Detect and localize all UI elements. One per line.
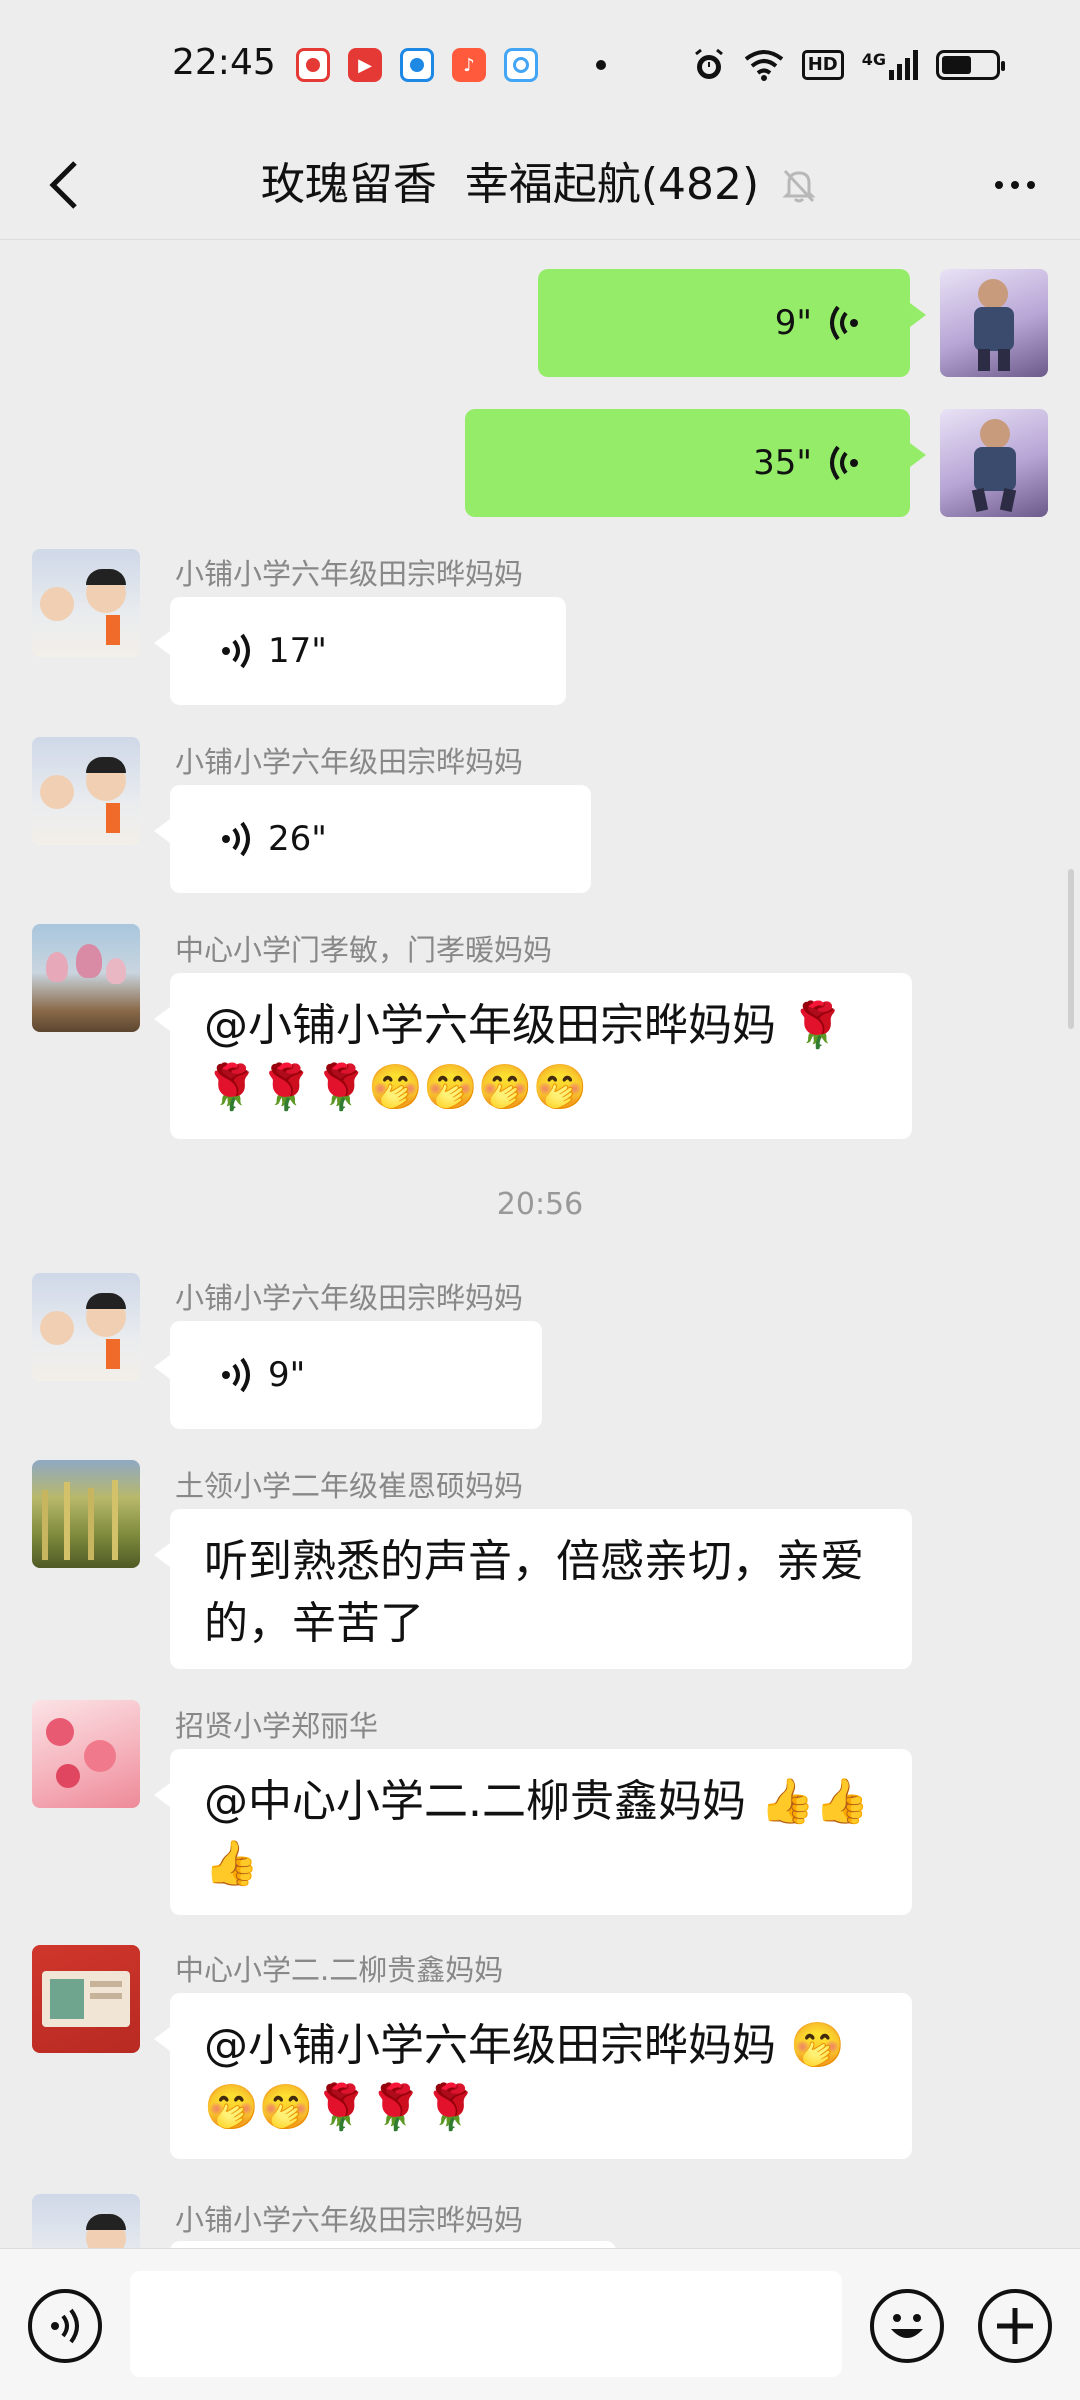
sender-name: 中心小学门孝敏，门孝暖妈妈 <box>175 933 553 967</box>
text-message-bubble[interactable]: @小铺小学六年级田宗晔妈妈 🌹🌹🌹🌹🤭🤭🤭🤭 <box>154 973 912 1139</box>
voice-message-bubble[interactable] <box>170 2241 616 2248</box>
time-separator: 20:56 <box>496 1187 584 1222</box>
signal-label: 4G <box>861 50 886 69</box>
chat-messages[interactable]: 9" 35" 小铺小学六年级田宗晔妈妈 17" 小铺小学六年级田宗晔妈妈 26"… <box>0 241 1080 2248</box>
alarm-icon <box>694 48 723 79</box>
music-app-icon: ♪ <box>452 48 486 82</box>
chat-header: 玫瑰留香 幸福起航(482) <box>0 130 1080 240</box>
bell-off-icon <box>782 169 816 203</box>
hd-badge: HD <box>801 50 844 80</box>
voice-duration: 35" <box>753 443 812 483</box>
my-avatar[interactable] <box>940 269 1048 377</box>
video-app-icon: ▶ <box>348 48 382 82</box>
voice-duration: 9" <box>268 1355 306 1395</box>
voice-message-bubble[interactable]: 9" <box>154 1321 542 1429</box>
voice-message-bubble[interactable]: 35" <box>465 409 926 517</box>
emoji-button[interactable] <box>870 2289 944 2363</box>
sender-avatar[interactable] <box>32 1945 140 2053</box>
voice-duration: 17" <box>268 631 327 671</box>
input-bar <box>0 2248 1080 2400</box>
more-notifications-dot <box>596 60 606 70</box>
app-notification-icon <box>296 48 330 82</box>
voice-icon <box>51 2308 79 2344</box>
more-button[interactable] <box>980 150 1050 220</box>
battery-icon <box>936 50 1005 80</box>
scrollbar[interactable] <box>1068 869 1074 1029</box>
message-text: @小铺小学六年级田宗晔妈妈 🌹🌹🌹🌹🤭🤭🤭🤭 <box>204 1000 845 1113</box>
wifi-icon <box>744 50 783 81</box>
my-avatar[interactable] <box>940 409 1048 517</box>
plus-icon <box>997 2308 1033 2344</box>
voice-message-bubble[interactable]: 9" <box>538 269 926 377</box>
cloud-app-icon <box>504 48 538 82</box>
sender-avatar[interactable] <box>32 549 140 657</box>
voice-wave-icon <box>222 821 250 857</box>
voice-duration: 9" <box>774 303 812 343</box>
status-app-icons: ▶ ♪ <box>296 48 606 82</box>
message-text: @中心小学二.二柳贵鑫妈妈 👍👍👍 <box>204 1776 870 1889</box>
sender-name: 小铺小学六年级田宗晔妈妈 <box>175 557 524 591</box>
text-message-bubble[interactable]: 听到熟悉的声音，倍感亲切，亲爱的，辛苦了 <box>154 1509 912 1669</box>
sender-name: 中心小学二.二柳贵鑫妈妈 <box>175 1953 504 1987</box>
voice-duration: 26" <box>268 819 327 859</box>
voice-wave-icon <box>222 1357 250 1393</box>
signal-indicator: 4G <box>862 50 918 80</box>
message-input[interactable] <box>130 2271 842 2377</box>
voice-message-bubble[interactable]: 26" <box>154 785 591 893</box>
emoji-icon <box>891 2314 923 2338</box>
text-message-bubble[interactable]: @中心小学二.二柳贵鑫妈妈 👍👍👍 <box>154 1749 912 1915</box>
sender-avatar[interactable] <box>32 1700 140 1808</box>
status-bar: 22:45 ▶ ♪ HD 4G <box>0 0 1080 130</box>
message-text: @小铺小学六年级田宗晔妈妈 🤭🤭🤭🌹🌹🌹 <box>204 2020 845 2133</box>
sender-name: 小铺小学六年级田宗晔妈妈 <box>175 1281 524 1315</box>
browser-app-icon <box>400 48 434 82</box>
more-functions-button[interactable] <box>978 2289 1052 2363</box>
sender-name: 土领小学二年级崔恩硕妈妈 <box>175 1469 524 1503</box>
sender-avatar[interactable] <box>32 1273 140 1381</box>
text-message-bubble[interactable]: @小铺小学六年级田宗晔妈妈 🤭🤭🤭🌹🌹🌹 <box>154 1993 912 2159</box>
status-indicators: HD 4G <box>692 48 1005 82</box>
chat-title: 玫瑰留香 幸福起航(482) <box>260 159 760 210</box>
voice-wave-icon <box>830 305 858 341</box>
message-text: 听到熟悉的声音，倍感亲切，亲爱的，辛苦了 <box>204 1536 864 1649</box>
sender-avatar[interactable] <box>32 924 140 1032</box>
sender-avatar[interactable] <box>32 737 140 845</box>
status-time: 22:45 <box>172 42 276 83</box>
sender-avatar[interactable] <box>32 1460 140 1568</box>
voice-input-button[interactable] <box>28 2289 102 2363</box>
more-dots-icon <box>995 181 1003 189</box>
voice-wave-icon <box>222 633 250 669</box>
sender-name: 小铺小学六年级田宗晔妈妈 <box>175 2203 524 2237</box>
sender-avatar[interactable] <box>32 2194 140 2248</box>
sender-name: 招贤小学郑丽华 <box>175 1709 379 1743</box>
voice-wave-icon <box>830 445 858 481</box>
sender-name: 小铺小学六年级田宗晔妈妈 <box>175 745 524 779</box>
voice-message-bubble[interactable]: 17" <box>154 597 566 705</box>
